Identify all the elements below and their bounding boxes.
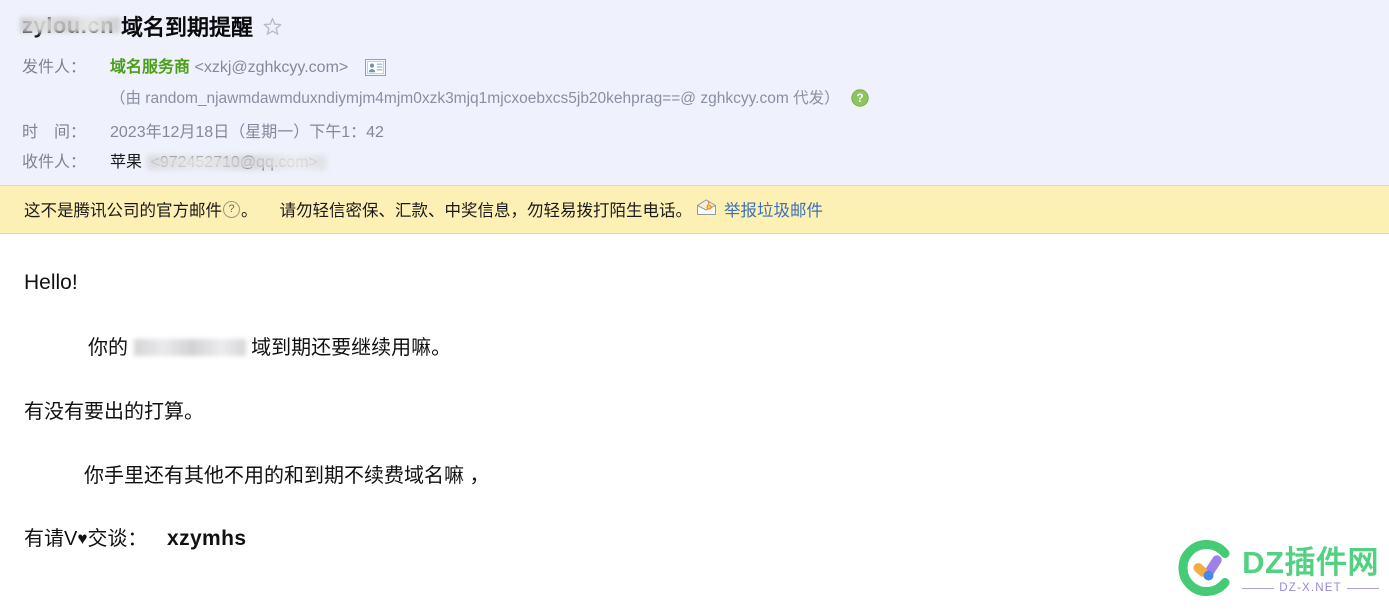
time-label: 时 间： xyxy=(22,124,87,141)
svg-text:?: ? xyxy=(856,93,863,105)
subject-redacted-domain: zylou.cn xyxy=(22,13,115,38)
contact-card-icon[interactable] xyxy=(364,59,386,81)
watermark-subtitle-row: DZ-X.NET xyxy=(1242,582,1380,594)
star-outline-icon[interactable] xyxy=(262,16,283,37)
warning-text-primary: 这不是腾讯公司的官方邮件 xyxy=(24,202,222,220)
body-line-1-prefix: 你的 xyxy=(88,337,128,359)
spam-mail-flame-icon[interactable] xyxy=(696,198,717,221)
watermark-rule-left xyxy=(1242,587,1275,589)
body-line-4-mid: 交谈： xyxy=(87,528,148,550)
subject-row: zylou.cn 域名到期提醒 xyxy=(0,8,1389,46)
sender-address: <xzkj@zghkcyy.com> xyxy=(194,59,349,76)
meta-row-time: 时 间： 2023年12月18日（星期一）下午1：42 xyxy=(22,115,869,145)
from-value: 域名服务商 <xzkj@zghkcyy.com> xyxy=(110,50,869,84)
body-line-3: 你手里还有其他不用的和到期不续费域名嘛 ， xyxy=(84,465,490,487)
warning-text-period: 。 xyxy=(241,202,258,220)
report-spam-link[interactable]: 举报垃圾邮件 xyxy=(724,197,823,221)
sender-display-name[interactable]: 域名服务商 xyxy=(110,59,190,76)
body-line-4-prefix: 有请V xyxy=(24,528,78,550)
body-line-2: 有没有要出的打算。 xyxy=(24,401,204,423)
body-line-1-suffix: 域到期还要继续用嘛。 xyxy=(251,337,452,359)
delegate-text: （由 random_njawmdawmduxndiymjm4mjm0xzk3mj… xyxy=(110,90,840,107)
green-question-help-icon[interactable]: ? xyxy=(851,89,869,112)
watermark-subtitle: DZ-X.NET xyxy=(1279,582,1342,594)
meta-row-to: 收件人： 苹果 <972452710@qq.com> xyxy=(22,145,869,175)
mail-meta-table: 发件人： 域名服务商 <xzkj@zghkcyy.com> （由 random_… xyxy=(22,50,869,175)
mail-body: Hello! 你的 域到期还要继续用嘛。 有没有要出的打算。 你手里还有其他不用… xyxy=(0,234,1389,549)
meta-row-delegate: （由 random_njawmdawmduxndiymjm4mjm0xzk3mj… xyxy=(22,84,869,115)
warning-advice-text: 请勿轻信密保、汇款、中奖信息，勿轻易拨打陌生电话。 xyxy=(279,202,693,220)
to-label: 收件人： xyxy=(22,154,87,171)
recipient-name[interactable]: 苹果 xyxy=(110,154,142,171)
question-help-icon[interactable]: ? xyxy=(223,200,240,218)
body-greeting: Hello! xyxy=(24,271,78,294)
watermark: DZ插件网 DZ-X.NET xyxy=(1178,540,1380,601)
watermark-title: DZ插件网 xyxy=(1242,545,1379,580)
watermark-rule-right xyxy=(1346,587,1380,589)
to-value: 苹果 <972452710@qq.com> xyxy=(110,145,869,175)
dz-check-circle-logo xyxy=(1178,540,1238,601)
meta-row-from: 发件人： 域名服务商 <xzkj@zghkcyy.com> xyxy=(22,50,869,84)
body-line-1: 你的 域到期还要继续用嘛。 xyxy=(88,337,1389,358)
spam-warning-banner: 这不是腾讯公司的官方邮件 ? 。 请勿轻信密保、汇款、中奖信息，勿轻易拨打陌生电… xyxy=(0,185,1389,234)
body-redacted-domain xyxy=(134,337,246,357)
heart-icon: ♥ xyxy=(77,529,88,548)
delegate-value: （由 random_njawmdawmduxndiymjm4mjm0xzk3mj… xyxy=(110,84,869,115)
time-value: 2023年12月18日（星期一）下午1：42 xyxy=(110,124,384,141)
from-label: 发件人： xyxy=(22,59,87,76)
wechat-id-value: xzymhs xyxy=(167,527,247,550)
delegate-label-spacer xyxy=(22,84,110,115)
page-title: 域名到期提醒 xyxy=(121,15,254,40)
recipient-address-redacted: <972452710@qq.com> xyxy=(150,154,318,171)
mail-header: zylou.cn 域名到期提醒 发件人： 域名服务商 <xzkj@zghkcyy… xyxy=(0,0,1389,185)
watermark-text-block: DZ插件网 DZ-X.NET xyxy=(1242,545,1380,594)
